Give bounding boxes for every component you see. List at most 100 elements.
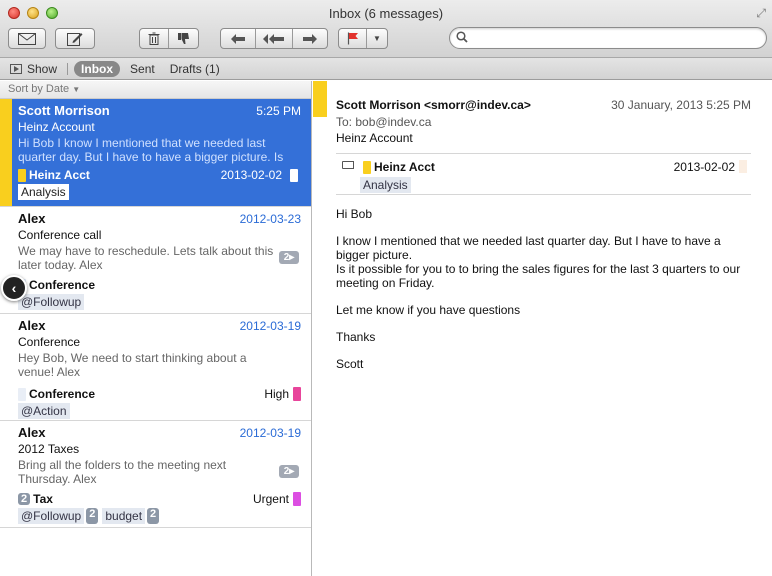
favorite-inbox[interactable]: Inbox <box>74 60 121 77</box>
tag[interactable]: @Followup <box>18 294 85 310</box>
favorites-bar: Show Inbox Sent Drafts (1) <box>0 58 772 80</box>
message-date: 2012-03-23 <box>239 212 301 226</box>
viewer-category-date: 2013-02-02 <box>673 160 735 174</box>
message-row[interactable]: Scott Morrison 5:25 PM Heinz Account Hi … <box>0 99 311 207</box>
search-icon <box>456 31 468 43</box>
favorite-drafts[interactable]: Drafts (1) <box>170 62 220 76</box>
message-sender: Alex <box>18 425 46 440</box>
message-preview: We may have to reschedule. Lets talk abo… <box>18 244 274 272</box>
to-label: To: <box>336 115 353 129</box>
reply-all-icon <box>262 33 284 44</box>
message-preview: Bring all the folders to the meeting nex… <box>18 458 227 486</box>
back-button[interactable]: ‹ <box>1 275 27 301</box>
message-body: Hi Bob I know I mentioned that we needed… <box>336 207 751 384</box>
tag-icon[interactable] <box>342 161 354 169</box>
get-mail-button[interactable] <box>8 28 46 49</box>
tag[interactable]: @Followup <box>18 508 85 524</box>
category-name: Conference <box>29 387 96 401</box>
chevron-left-icon: ‹ <box>11 280 17 296</box>
sort-label: Sort by Date <box>8 83 70 95</box>
tag[interactable]: @Action <box>18 403 70 419</box>
priority-label: High <box>264 387 289 401</box>
thread-count-badge[interactable]: 2▸ <box>279 465 299 478</box>
body-paragraph: Hi Bob <box>336 207 373 221</box>
message-row[interactable]: Alex 2012-03-19 2012 Taxes Bring all the… <box>0 421 311 528</box>
compose-icon <box>67 32 83 46</box>
body-paragraph: Let me know if you have questions <box>336 303 521 317</box>
show-label: Show <box>27 61 58 76</box>
priority-color <box>293 492 301 506</box>
message-preview: Hey Bob, We need to start thinking about… <box>18 351 247 379</box>
body-paragraph: Is it possible for you to to bring the s… <box>336 262 741 290</box>
message-subject: Conference <box>18 335 81 349</box>
sort-by-date-button[interactable]: Sort by Date ▼ <box>0 81 311 99</box>
chevron-down-icon: ▼ <box>72 85 81 94</box>
body-paragraph: I know I mentioned that we needed last q… <box>336 234 721 262</box>
favorite-sent[interactable]: Sent <box>130 62 155 76</box>
show-mailboxes-button[interactable]: Show <box>10 62 57 76</box>
compose-button[interactable] <box>55 28 95 49</box>
message-row[interactable]: Alex 2012-03-23 Conference call We may h… <box>0 207 311 314</box>
delete-button[interactable] <box>140 29 169 48</box>
viewer-tag[interactable]: Analysis <box>360 177 411 193</box>
category-name: Tax <box>33 492 53 506</box>
forward-button[interactable] <box>293 29 327 48</box>
viewer-subject: Heinz Account <box>336 131 413 145</box>
flag-marker <box>313 81 327 117</box>
reply-icon <box>230 33 245 44</box>
thumbs-down-icon <box>178 33 189 44</box>
category-date-color <box>290 168 298 182</box>
category-name: Conference <box>29 278 96 292</box>
priority-color <box>293 387 301 401</box>
message-time: 5:25 PM <box>256 104 301 118</box>
viewer-date: 30 January, 2013 5:25 PM <box>611 98 751 112</box>
tag-count-badge: 2 <box>86 508 99 524</box>
category-color <box>18 387 26 401</box>
message-date: 2012-03-19 <box>239 319 301 333</box>
message-sender: Scott Morrison <box>18 103 110 118</box>
tag[interactable]: budget <box>102 508 146 524</box>
flag-button[interactable] <box>339 29 367 48</box>
thread-count-badge[interactable]: 2▸ <box>279 251 299 264</box>
category-color <box>18 168 26 182</box>
trash-icon <box>148 32 160 45</box>
category-name: Heinz Acct <box>29 168 90 182</box>
message-list[interactable]: Sort by Date ▼ Scott Morrison 5:25 PM He… <box>0 81 312 576</box>
tag-count-badge: 2 <box>147 508 160 524</box>
message-date: 2012-03-19 <box>239 426 301 440</box>
window-toolbar: Inbox (6 messages) ⤢ ▼ <box>0 0 772 58</box>
reply-group <box>220 28 328 49</box>
flag-group: ▼ <box>338 28 388 49</box>
message-preview: Hi Bob I know I mentioned that we needed… <box>18 136 284 164</box>
mailbox-list-icon <box>10 63 22 74</box>
message-subject: Conference call <box>18 228 102 242</box>
body-paragraph: Thanks <box>336 330 376 344</box>
forward-icon <box>303 33 318 44</box>
delete-junk-group <box>139 28 199 49</box>
message-sender: Alex <box>18 318 46 333</box>
reply-button[interactable] <box>221 29 256 48</box>
search-field[interactable] <box>449 27 767 49</box>
message-subject: Heinz Account <box>18 120 95 134</box>
category-date-color <box>739 160 747 173</box>
category-color <box>363 160 371 174</box>
category-count-badge: 2 <box>18 493 31 505</box>
flag-menu-button[interactable]: ▼ <box>367 29 387 48</box>
priority-label: Urgent <box>252 492 289 506</box>
body-paragraph: Scott <box>336 357 364 371</box>
reply-all-button[interactable] <box>256 29 294 48</box>
window-title: Inbox (6 messages) <box>328 6 444 21</box>
fullscreen-icon[interactable]: ⤢ <box>756 6 766 21</box>
tag[interactable]: Analysis <box>18 184 69 200</box>
category-date: 2013-02-02 <box>220 168 282 182</box>
envelope-icon <box>18 32 36 45</box>
divider <box>67 62 69 75</box>
message-sender: Alex <box>18 211 46 226</box>
viewer-category-name: Heinz Acct <box>374 160 435 174</box>
viewer-recipient[interactable]: bob@indev.ca <box>355 115 431 129</box>
message-subject: 2012 Taxes <box>18 442 80 456</box>
red-flag-icon <box>347 32 358 45</box>
viewer-category-bar: Heinz Acct 2013-02-02 Analysis <box>336 153 751 195</box>
junk-button[interactable] <box>169 29 198 48</box>
message-row[interactable]: Alex 2012-03-19 Conference Hey Bob, We n… <box>0 314 311 421</box>
